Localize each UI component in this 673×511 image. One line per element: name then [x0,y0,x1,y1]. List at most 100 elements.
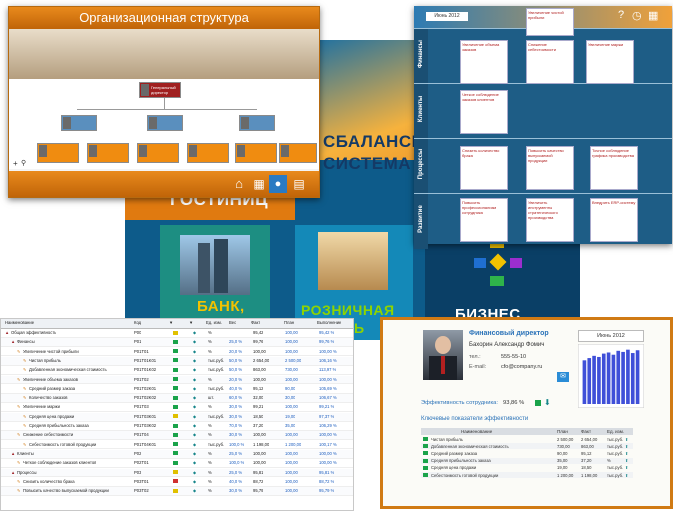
table-row[interactable]: Средняя прибыльность заказа 35,00 37,20% ⬆ [421,457,633,464]
org-node[interactable] [187,143,229,163]
goal-card[interactable]: Увеличить инструменты стратегического пр… [526,198,574,242]
contact-icon[interactable]: ✉ [557,372,569,382]
table-row[interactable]: ▲ Процессы P03 ◆% 25,0 % 95,81 100,00 95,81 % [1,468,353,478]
col-header[interactable]: Ед. изм. [607,429,624,434]
row-plan: 100,00 [285,376,298,382]
table-row[interactable]: ✎ Себестоимость готовой продукции P01T04K0… [1,441,353,450]
row-plan: 730,00 [557,443,570,449]
goal-card[interactable]: Увеличение объема заказов [460,40,508,84]
org-node-ceo[interactable]: Генеральный директор [139,82,181,98]
zoom-in-icon[interactable]: + [13,159,18,168]
grid-icon[interactable]: ▦ [648,9,658,22]
help-icon[interactable]: ? [618,9,624,21]
trend-icon: ◆ [193,488,197,494]
kpi-icon: ✎ [23,423,27,428]
row-name: Четкое соблюдение заказов клиентов [23,460,97,466]
building-icon[interactable]: ⌂ [231,176,247,192]
email-value[interactable]: cfo@company.ru [501,364,542,370]
org-node[interactable] [279,143,317,163]
row-plan: 100,00 [285,460,298,466]
org-node[interactable] [61,115,97,131]
row-fact: 99,21 [253,404,264,410]
kpi-icon: ✎ [23,367,27,373]
search-icon[interactable]: ⚲ [21,159,26,167]
col-header[interactable]: Код [134,320,141,325]
table-row[interactable]: ▲ Общая эффективность P00 ◆% 95,42 100,00 95,4… [1,329,353,338]
goal-card[interactable]: Снизить количество брака [460,146,508,190]
col-header[interactable]: Факт [251,320,260,325]
org-connector [164,97,165,109]
table-row[interactable]: Средняя цена продажи 19,00 18,50 тыс.руб. ⬆ [421,465,633,471]
table-row[interactable]: ✎ Снижение себестоимости P01T04 ◆% 30,0 % 100… [1,431,353,441]
table-row[interactable]: ✎ Средний размер заказа P01T02K01 ◆ тыс.руб.… [1,385,353,394]
table-row[interactable]: ✎ Увеличение объема заказов P01T02 ◆% 20,0 %… [1,375,353,385]
goal-card[interactable]: Внедрить ERP-систему [590,198,638,242]
row-weight: 25,0 % [229,339,243,345]
table-row[interactable]: ✎ Добавленная экономическая стоимость P01T… [1,366,353,376]
table-row[interactable]: ✎ Чистая прибыль P01T01K01 ◆ тыс.руб. 50,0 % 2… [1,356,353,366]
col-header[interactable]: Факт [581,429,591,434]
row-unit: тыс.руб. [208,413,225,419]
row-fact: 99,76 [253,339,264,345]
folder-icon: ▲ [11,450,16,456]
clock-icon[interactable]: ◷ [632,9,642,22]
col-header[interactable]: План [557,429,568,434]
period-select[interactable]: Июнь 2012 [578,330,644,342]
calendar-icon[interactable]: ▤ [291,176,307,192]
avatar [141,84,149,96]
col-header[interactable]: Выполнение [317,320,341,325]
filter-icon[interactable]: ▼ [169,320,173,325]
row-fact: 1 198,00 [253,441,270,447]
org-node[interactable] [239,115,275,131]
table-row[interactable]: ✎ Снизить количество брака P03T01 ◆% 40,0 % 8… [1,478,353,487]
filter-icon[interactable]: ▼ [189,320,193,325]
row-name: Средний размер заказа [431,450,478,456]
goal-card[interactable]: Точное соблюдение графика производства [590,146,638,190]
goal-card[interactable]: Четкое соблюдение заказов клиентов [460,90,508,134]
col-header[interactable]: План [284,320,294,325]
avatar [89,145,97,157]
table-row[interactable]: ▲ Финансы P01 ◆% 25,0 % 99,76 100,00 99,76 % [1,338,353,348]
row-name: Чистая прибыль [29,357,61,363]
table-row[interactable]: ✎ Средняя прибыльность заказа P01T03K02 ◆% 7… [1,422,353,431]
col-header[interactable]: Ед. изм. [206,320,222,325]
table-row[interactable]: ✎ Средняя цена продажи P01T03K01 ◆ тыс.руб. 3… [1,412,353,422]
user-icon[interactable]: ● [269,175,287,193]
org-node[interactable] [137,143,179,163]
table-row[interactable]: ▲ Клиенты P02 ◆% 25,0 % 100,00 100,00 100,00 % [1,449,353,459]
period-select[interactable]: Июнь 2012 [426,12,468,21]
col-header[interactable]: Наименование [5,320,34,325]
col-header[interactable]: Вес [229,320,236,325]
table-row[interactable]: Себестоимость готовой продукции 1 200,00 1… [421,472,633,478]
phone-label: тел.: [469,354,481,360]
row-unit: тыс.руб. [607,472,624,478]
grid-icon[interactable]: ▦ [251,176,267,192]
goal-card[interactable]: Снижение себестоимости [526,40,574,84]
table-row[interactable]: Добавленная экономическая стоимость 730,0… [421,443,633,450]
table-row[interactable]: ✎ Повысить качество выпускаемой продукции… [1,487,353,496]
goal-card[interactable]: Увеличение маржи [586,40,634,84]
table-row[interactable]: ✎ Увеличение маржи P01T03 ◆% 30,0 % 99,21 100,… [1,403,353,413]
goal-card[interactable]: Повысить профессионализм сотрудника [460,198,508,242]
table-row[interactable]: ✎ Увеличение чистой прибыли P01T01 ◆% 20,0 %… [1,348,353,357]
row-unit: % [208,450,212,456]
row-unit: % [208,376,212,382]
org-node[interactable] [147,115,183,131]
goal-card[interactable]: Увеличение чистой прибыли [526,8,574,36]
row-plan: 100,00 [285,488,298,494]
row-weight: 50,0 % [229,357,243,363]
col-header[interactable]: Наименование [461,429,492,434]
goal-card[interactable]: Повысить качество выпускаемой продукции [526,146,574,190]
kpi-icon: ✎ [23,385,27,391]
status-indicator [173,432,178,437]
status-indicator [423,473,428,477]
org-node[interactable] [235,143,277,163]
table-row[interactable]: Средний размер заказа 90,00 95,12 тыс.руб. ⬆ [421,450,633,456]
table-row[interactable]: ✎ Количество заказов P01T02K02 ◆ шт. 60,0 % 32… [1,394,353,403]
table-row[interactable]: Чистая прибыль 2 500,00 2 654,00 тыс.руб. ⬆ [421,436,633,442]
org-node[interactable] [87,143,129,163]
org-chart-photo-backdrop [9,29,319,79]
table-row[interactable]: ✎ Четкое соблюдение заказов клиентов P02T0… [1,459,353,469]
org-chart-window: Организационная структура Генеральный ди… [8,6,320,198]
org-node[interactable] [37,143,79,163]
